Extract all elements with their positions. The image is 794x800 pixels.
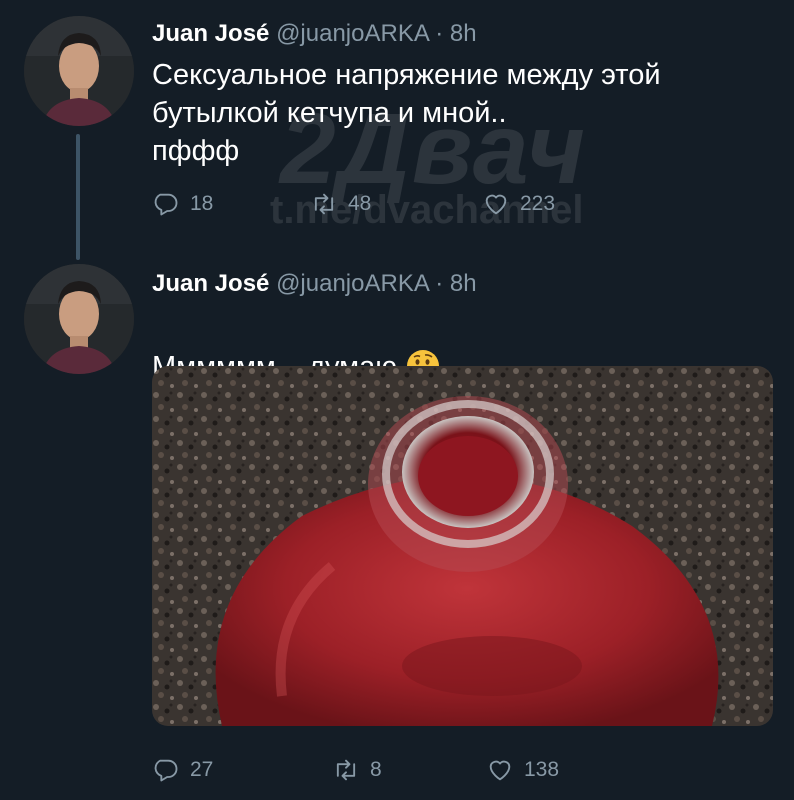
like-button[interactable]: 223 (482, 190, 555, 218)
retweet-button[interactable]: 8 (332, 756, 382, 784)
avatar[interactable] (24, 264, 134, 374)
tweet-header: Juan José @juanjoARKA · 8h (152, 20, 477, 48)
separator: · (435, 270, 444, 297)
tweet-actions: 18 48 223 (152, 190, 612, 220)
reply-button[interactable]: 18 (152, 190, 213, 218)
display-name[interactable]: Juan José (152, 270, 269, 297)
username[interactable]: @juanjoARKA (276, 20, 428, 47)
retweet-count: 8 (370, 758, 382, 781)
timestamp[interactable]: 8h (450, 270, 477, 297)
tweet-actions: 27 8 138 (152, 756, 612, 786)
reply-icon (154, 759, 178, 782)
reply-count: 18 (190, 192, 214, 215)
reply-icon (154, 193, 178, 216)
display-name[interactable]: Juan José (152, 20, 269, 47)
ketchup-bottle-photo (152, 366, 773, 726)
tweet-text: Сексуальное напряжение между этой бутылк… (152, 59, 661, 167)
tweet-photo[interactable] (152, 366, 773, 726)
like-button[interactable]: 138 (486, 756, 559, 784)
avatar[interactable] (24, 16, 134, 126)
reply-button[interactable]: 27 (152, 756, 213, 784)
retweet-count: 48 (348, 192, 372, 215)
like-count: 138 (524, 758, 560, 781)
retweet-icon (314, 193, 334, 215)
retweet-button[interactable]: 48 (310, 190, 371, 218)
thread-line (76, 134, 80, 260)
reply-count: 27 (190, 758, 214, 781)
username[interactable]: @juanjoARKA (276, 270, 428, 297)
avatar-portrait (24, 16, 134, 126)
retweet-icon (336, 759, 356, 781)
heart-icon (489, 760, 511, 781)
timestamp[interactable]: 8h (450, 20, 477, 47)
like-count: 223 (520, 192, 556, 215)
separator: · (435, 20, 444, 47)
heart-icon (485, 194, 507, 215)
tweet-header: Juan José @juanjoARKA · 8h (152, 270, 477, 298)
avatar-portrait (24, 264, 134, 374)
